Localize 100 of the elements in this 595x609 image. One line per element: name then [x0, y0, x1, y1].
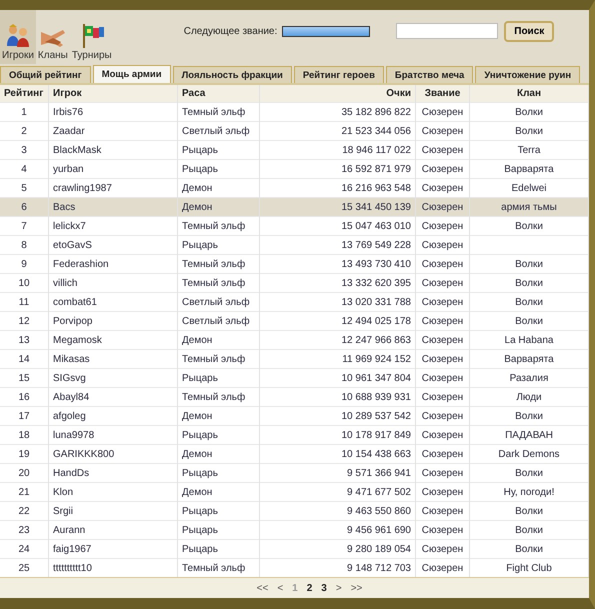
first-page-link[interactable]: << — [256, 582, 268, 594]
table-row[interactable]: 4 yurban Рыцарь 16 592 871 979 Сюзерен Варварята — [0, 160, 588, 178]
table-row[interactable]: 17 afgoleg Демон 10 289 537 542 Сюзерен Волки — [0, 406, 588, 426]
next-page-link[interactable]: > — [336, 582, 342, 594]
column-header[interactable]: Клан — [470, 85, 588, 102]
table-row[interactable]: 1 Irbis76 Темный эльф 35 182 896 822 Сюзерен Волки — [0, 102, 588, 122]
table-row[interactable]: 6 Bacs Демон 15 341 450 139 Сюзерен армия тьмы — [0, 198, 588, 216]
player-name[interactable]: faig1967 — [53, 544, 92, 554]
table-cell: 35 182 896 822 — [341, 106, 411, 118]
clan-name: Волки — [515, 524, 543, 536]
nav-tab[interactable]: Игроки — [0, 10, 36, 64]
table-row[interactable]: 8 etoGavS Рыцарь 13 769 549 228 Сюзерен — [0, 236, 588, 254]
clan-name: Волки — [515, 316, 543, 326]
player-name[interactable]: SIGsvg — [53, 372, 86, 384]
column-header[interactable]: Раса — [178, 85, 260, 102]
table-cell: Рыцарь — [182, 506, 218, 516]
table-cell: Рыцарь — [182, 240, 218, 250]
tab[interactable]: Общий рейтинг — [0, 66, 91, 83]
column-header[interactable]: Звание — [416, 85, 470, 102]
player-name[interactable]: tttttttttt10 — [53, 562, 92, 574]
table-cell: 9 — [21, 258, 27, 270]
table-cell: Сюзерен — [422, 486, 464, 498]
table-row[interactable]: 7 lelickx7 Темный эльф 15 047 463 010 Сюзерен Волки — [0, 216, 588, 236]
table-row[interactable]: 10 villich Темный эльф 13 332 620 395 Сюзерен Волки — [0, 274, 588, 292]
table-row[interactable]: 11 combat61 Светлый эльф 13 020 331 788 Сюзерен Волки — [0, 292, 588, 312]
clan-name: Волки — [515, 258, 543, 270]
column-header[interactable]: Рейтинг — [0, 85, 48, 102]
table-cell: Сюзерен — [422, 410, 464, 422]
page-link[interactable]: 3 — [321, 582, 327, 594]
table-cell: Сюзерен — [422, 296, 464, 308]
table-cell: 16 — [18, 392, 30, 402]
player-name[interactable]: HandDs — [53, 468, 90, 478]
table-row[interactable]: 20 HandDs Рыцарь 9 571 366 941 Сюзерен Волки — [0, 464, 588, 482]
table-cell: Светлый эльф — [182, 316, 250, 326]
player-name[interactable]: Megamosk — [53, 334, 102, 346]
search-field[interactable] — [396, 23, 498, 39]
table-row[interactable]: 3 BlackMask Рыцарь 18 946 117 022 Сюзерен Terra — [0, 140, 588, 160]
player-name[interactable]: Irbis76 — [53, 106, 84, 118]
last-page-link[interactable]: >> — [350, 582, 362, 594]
player-name[interactable]: etoGavS — [53, 240, 92, 250]
table-row[interactable]: 23 Aurann Рыцарь 9 456 961 690 Сюзерен Волки — [0, 520, 588, 540]
player-name[interactable]: villich — [53, 278, 78, 288]
clan-name: Волки — [515, 506, 543, 516]
table-row[interactable]: 9 Federashion Темный эльф 13 493 730 410 Сюзерен Волки — [0, 254, 588, 274]
table-cell: 9 280 189 054 — [347, 544, 411, 554]
nav-tab[interactable]: Турниры — [70, 10, 114, 64]
player-name[interactable]: GARIKKK800 — [53, 448, 114, 460]
player-name[interactable]: Abayl84 — [53, 392, 90, 402]
player-name[interactable]: Bacs — [53, 202, 76, 212]
clan-name: Варварята — [504, 354, 554, 364]
clan-name: Fight Club — [506, 562, 552, 574]
search-button[interactable]: Поиск — [504, 20, 554, 42]
table-cell: Демон — [182, 202, 212, 212]
table-row[interactable]: 22 Srgii Рыцарь 9 463 550 860 Сюзерен Волки — [0, 502, 588, 520]
player-name[interactable]: Mikasas — [53, 354, 90, 364]
table-cell: 20 — [18, 468, 30, 478]
table-row[interactable]: 14 Mikasas Темный эльф 11 969 924 152 Сюзерен Варварята — [0, 350, 588, 368]
table-row[interactable]: 24 faig1967 Рыцарь 9 280 189 054 Сюзерен Волки — [0, 540, 588, 558]
table-row[interactable]: 12 Porvipop Светлый эльф 12 494 025 178 Сюзерен Волки — [0, 312, 588, 330]
next-rank-label: Следующее звание: — [184, 26, 278, 36]
table-row[interactable]: 13 Megamosk Демон 12 247 966 863 Сюзерен La Habana — [0, 330, 588, 350]
column-header[interactable]: Игрок — [48, 85, 178, 102]
player-name[interactable]: combat61 — [53, 296, 97, 308]
table-row[interactable]: 2 Zaadar Светлый эльф 21 523 344 056 Сюзерен Волки — [0, 122, 588, 140]
player-name[interactable]: Federashion — [53, 258, 109, 270]
player-name[interactable]: lelickx7 — [53, 220, 86, 232]
player-name[interactable]: BlackMask — [53, 144, 102, 156]
table-cell: Сюзерен — [422, 506, 464, 516]
player-name[interactable]: luna9978 — [53, 430, 94, 440]
column-header[interactable]: Очки — [260, 85, 416, 102]
player-name[interactable]: Zaadar — [53, 126, 85, 136]
table-row[interactable]: 16 Abayl84 Темный эльф 10 688 939 931 Сюзерен Люди — [0, 388, 588, 406]
player-name[interactable]: Srgii — [53, 506, 74, 516]
table-cell: 9 148 712 703 — [347, 562, 411, 574]
tab[interactable]: Братство меча — [386, 66, 474, 83]
table-cell: Светлый эльф — [182, 296, 250, 308]
table-cell: 13 769 549 228 — [341, 240, 411, 250]
page-link[interactable]: 2 — [306, 582, 312, 594]
player-name[interactable]: Porvipop — [53, 316, 92, 326]
tab[interactable]: Мощь армии — [92, 65, 171, 83]
table-cell: Рыцарь — [182, 524, 218, 536]
player-name[interactable]: crawling1987 — [53, 182, 112, 194]
table-row[interactable]: 21 Klon Демон 9 471 677 502 Сюзерен Ну, погоди! — [0, 482, 588, 502]
tab[interactable]: Рейтинг героев — [294, 66, 384, 83]
table-row[interactable]: 18 luna9978 Рыцарь 10 178 917 849 Сюзерен ПАДАВАН — [0, 426, 588, 444]
player-name[interactable]: Klon — [53, 486, 74, 498]
table-cell: Сюзерен — [422, 182, 464, 194]
table-cell: Темный эльф — [182, 258, 246, 270]
tab[interactable]: Лояльность фракции — [172, 66, 292, 83]
player-name[interactable]: afgoleg — [53, 410, 86, 422]
table-row[interactable]: 15 SIGsvg Рыцарь 10 961 347 804 Сюзерен Разалия — [0, 368, 588, 388]
player-name[interactable]: Aurann — [53, 524, 86, 536]
player-name[interactable]: yurban — [53, 164, 84, 174]
table-cell: Сюзерен — [422, 240, 464, 250]
table-cell: Сюзерен — [422, 220, 464, 232]
tab[interactable]: Уничтожение руин — [475, 66, 580, 83]
table-cell: 17 — [18, 410, 30, 422]
nav-tab[interactable]: Кланы — [36, 10, 70, 64]
table-row[interactable]: 19 GARIKKK800 Демон 10 154 438 663 Сюзерен Dark Demons — [0, 444, 588, 464]
previous-page-link[interactable]: < — [277, 582, 284, 594]
